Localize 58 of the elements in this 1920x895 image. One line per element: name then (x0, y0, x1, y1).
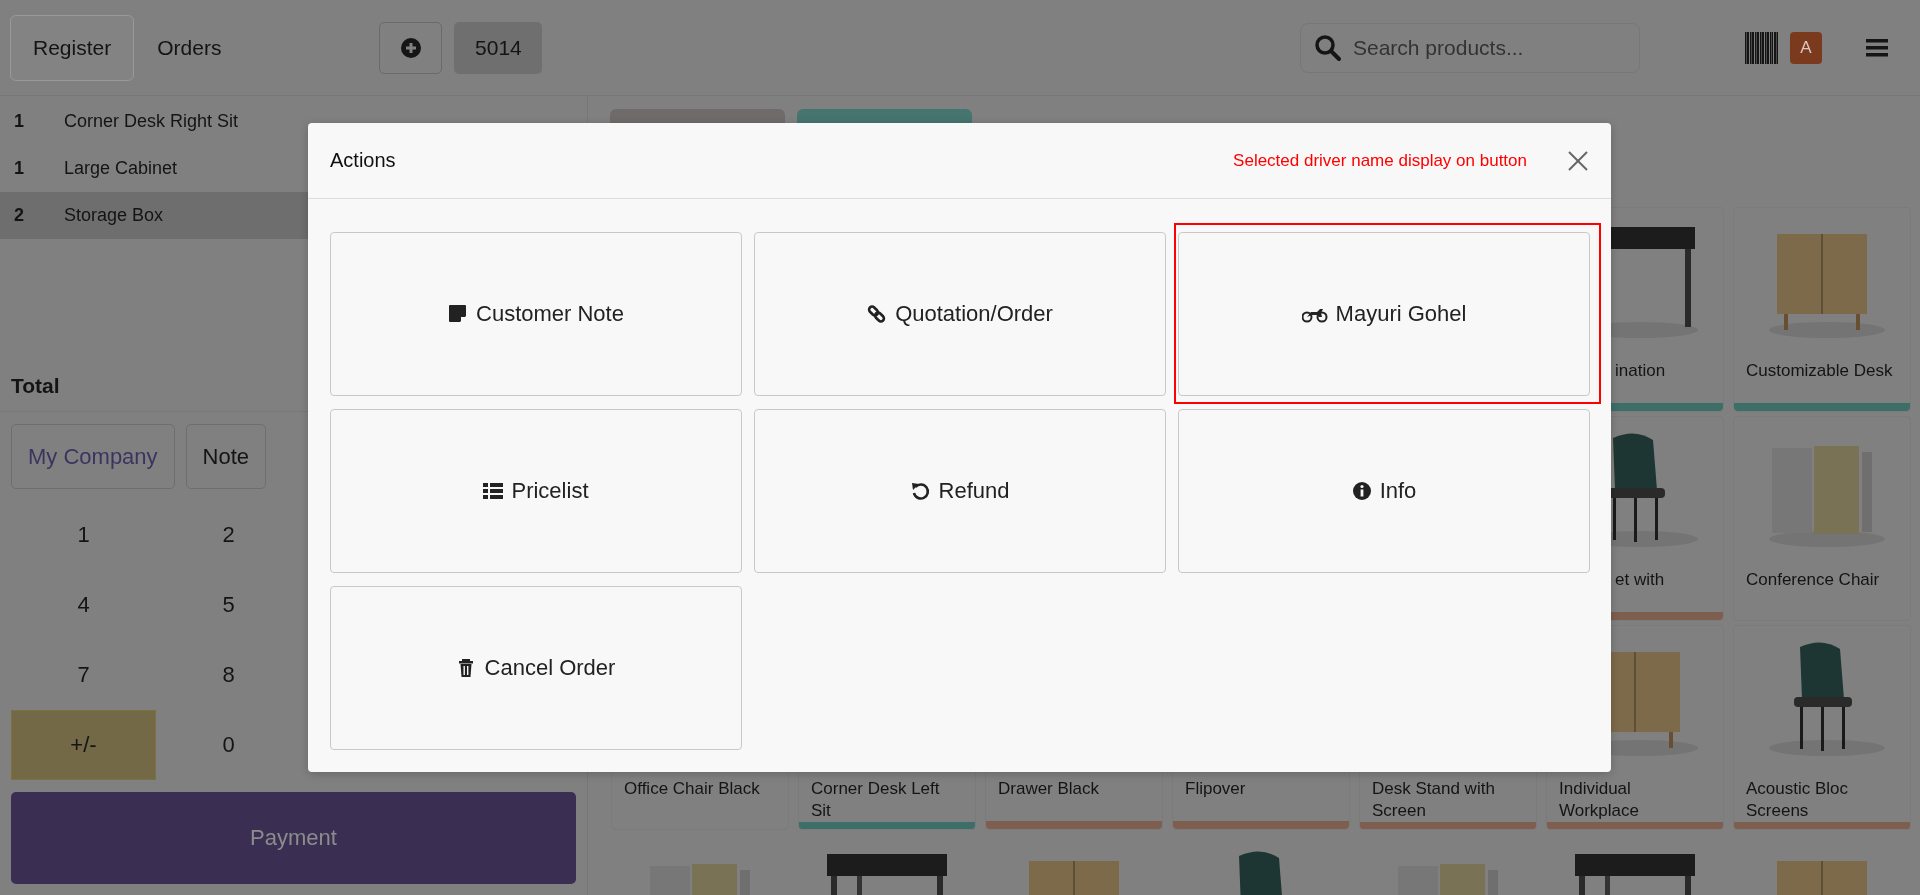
nav-tab[interactable]: Orders (134, 14, 245, 81)
numpad-key[interactable]: 8 (156, 640, 301, 710)
note-icon (448, 304, 468, 324)
plus-icon (399, 36, 422, 59)
numpad-key[interactable]: 2 (156, 500, 301, 570)
product-name: Desk Stand with Screen (1371, 778, 1496, 822)
numpad-key[interactable]: 7 (11, 640, 156, 710)
close-button[interactable] (1567, 149, 1589, 172)
search-field[interactable]: Search products... (1300, 22, 1640, 73)
action-button[interactable]: Refund (754, 409, 1166, 573)
numpad-key[interactable]: 5 (156, 570, 301, 640)
dialog-title: Actions (330, 149, 396, 172)
total-label: Total (11, 374, 60, 398)
barcode-icon[interactable] (1745, 31, 1778, 64)
product-name: Customizable Desk (1745, 360, 1894, 382)
product-name: Individual Workplace (1558, 778, 1640, 822)
order-number-button[interactable]: 5014 (454, 21, 543, 74)
line-product-name: Corner Desk Right Sit (64, 111, 239, 132)
product-name: ination (1614, 360, 1667, 382)
close-icon (1568, 150, 1588, 171)
product-name: Conference Chair (1745, 569, 1881, 591)
menu-icon[interactable] (1866, 38, 1888, 57)
product-name: Corner Desk Left Sit (810, 778, 941, 822)
line-product-name: Large Cabinet (64, 158, 178, 179)
nav-tab[interactable]: Register (10, 14, 135, 81)
product-name: et with (1614, 569, 1666, 591)
customer-button[interactable]: My Company (11, 424, 175, 489)
search-icon (1314, 33, 1342, 62)
info-icon (1351, 481, 1372, 501)
line-product-name: Storage Box (64, 205, 164, 226)
line-quantity: 1 (14, 158, 25, 179)
product-card[interactable]: Acoustic Bloc Screens (1733, 625, 1911, 830)
action-button[interactable]: Customer Note (330, 232, 742, 396)
user-avatar[interactable]: A (1790, 31, 1822, 64)
product-name: Drawer Black (997, 778, 1101, 800)
link-icon (867, 304, 888, 324)
action-button[interactable]: Cancel Order (330, 586, 742, 750)
annotation-text: Selected driver name display on button (1233, 150, 1527, 171)
new-order-button[interactable] (379, 21, 443, 74)
numpad-key[interactable]: 4 (11, 570, 156, 640)
note-button[interactable]: Note (185, 424, 267, 489)
action-button[interactable]: Pricelist (330, 409, 742, 573)
product-name: Office Chair Black (623, 778, 761, 800)
payment-button[interactable]: Payment (11, 792, 576, 884)
line-quantity: 1 (14, 111, 25, 132)
product-name: Acoustic Bloc Screens (1745, 778, 1850, 822)
product-name: Flipover (1184, 778, 1247, 800)
action-button[interactable]: Mayuri Gohel (1178, 232, 1590, 396)
numpad-key[interactable]: 0 (156, 710, 301, 780)
product-card[interactable]: Conference Chair (1733, 416, 1911, 621)
product-card[interactable]: Customizable Desk (1733, 207, 1911, 412)
action-button[interactable]: Info (1178, 409, 1590, 573)
undo-icon (910, 481, 931, 501)
numpad-key[interactable]: +/- (11, 710, 156, 780)
numpad-key[interactable]: 1 (11, 500, 156, 570)
list-icon (483, 481, 504, 501)
line-quantity: 2 (14, 205, 25, 226)
action-button[interactable]: Quotation/Order (754, 232, 1166, 396)
